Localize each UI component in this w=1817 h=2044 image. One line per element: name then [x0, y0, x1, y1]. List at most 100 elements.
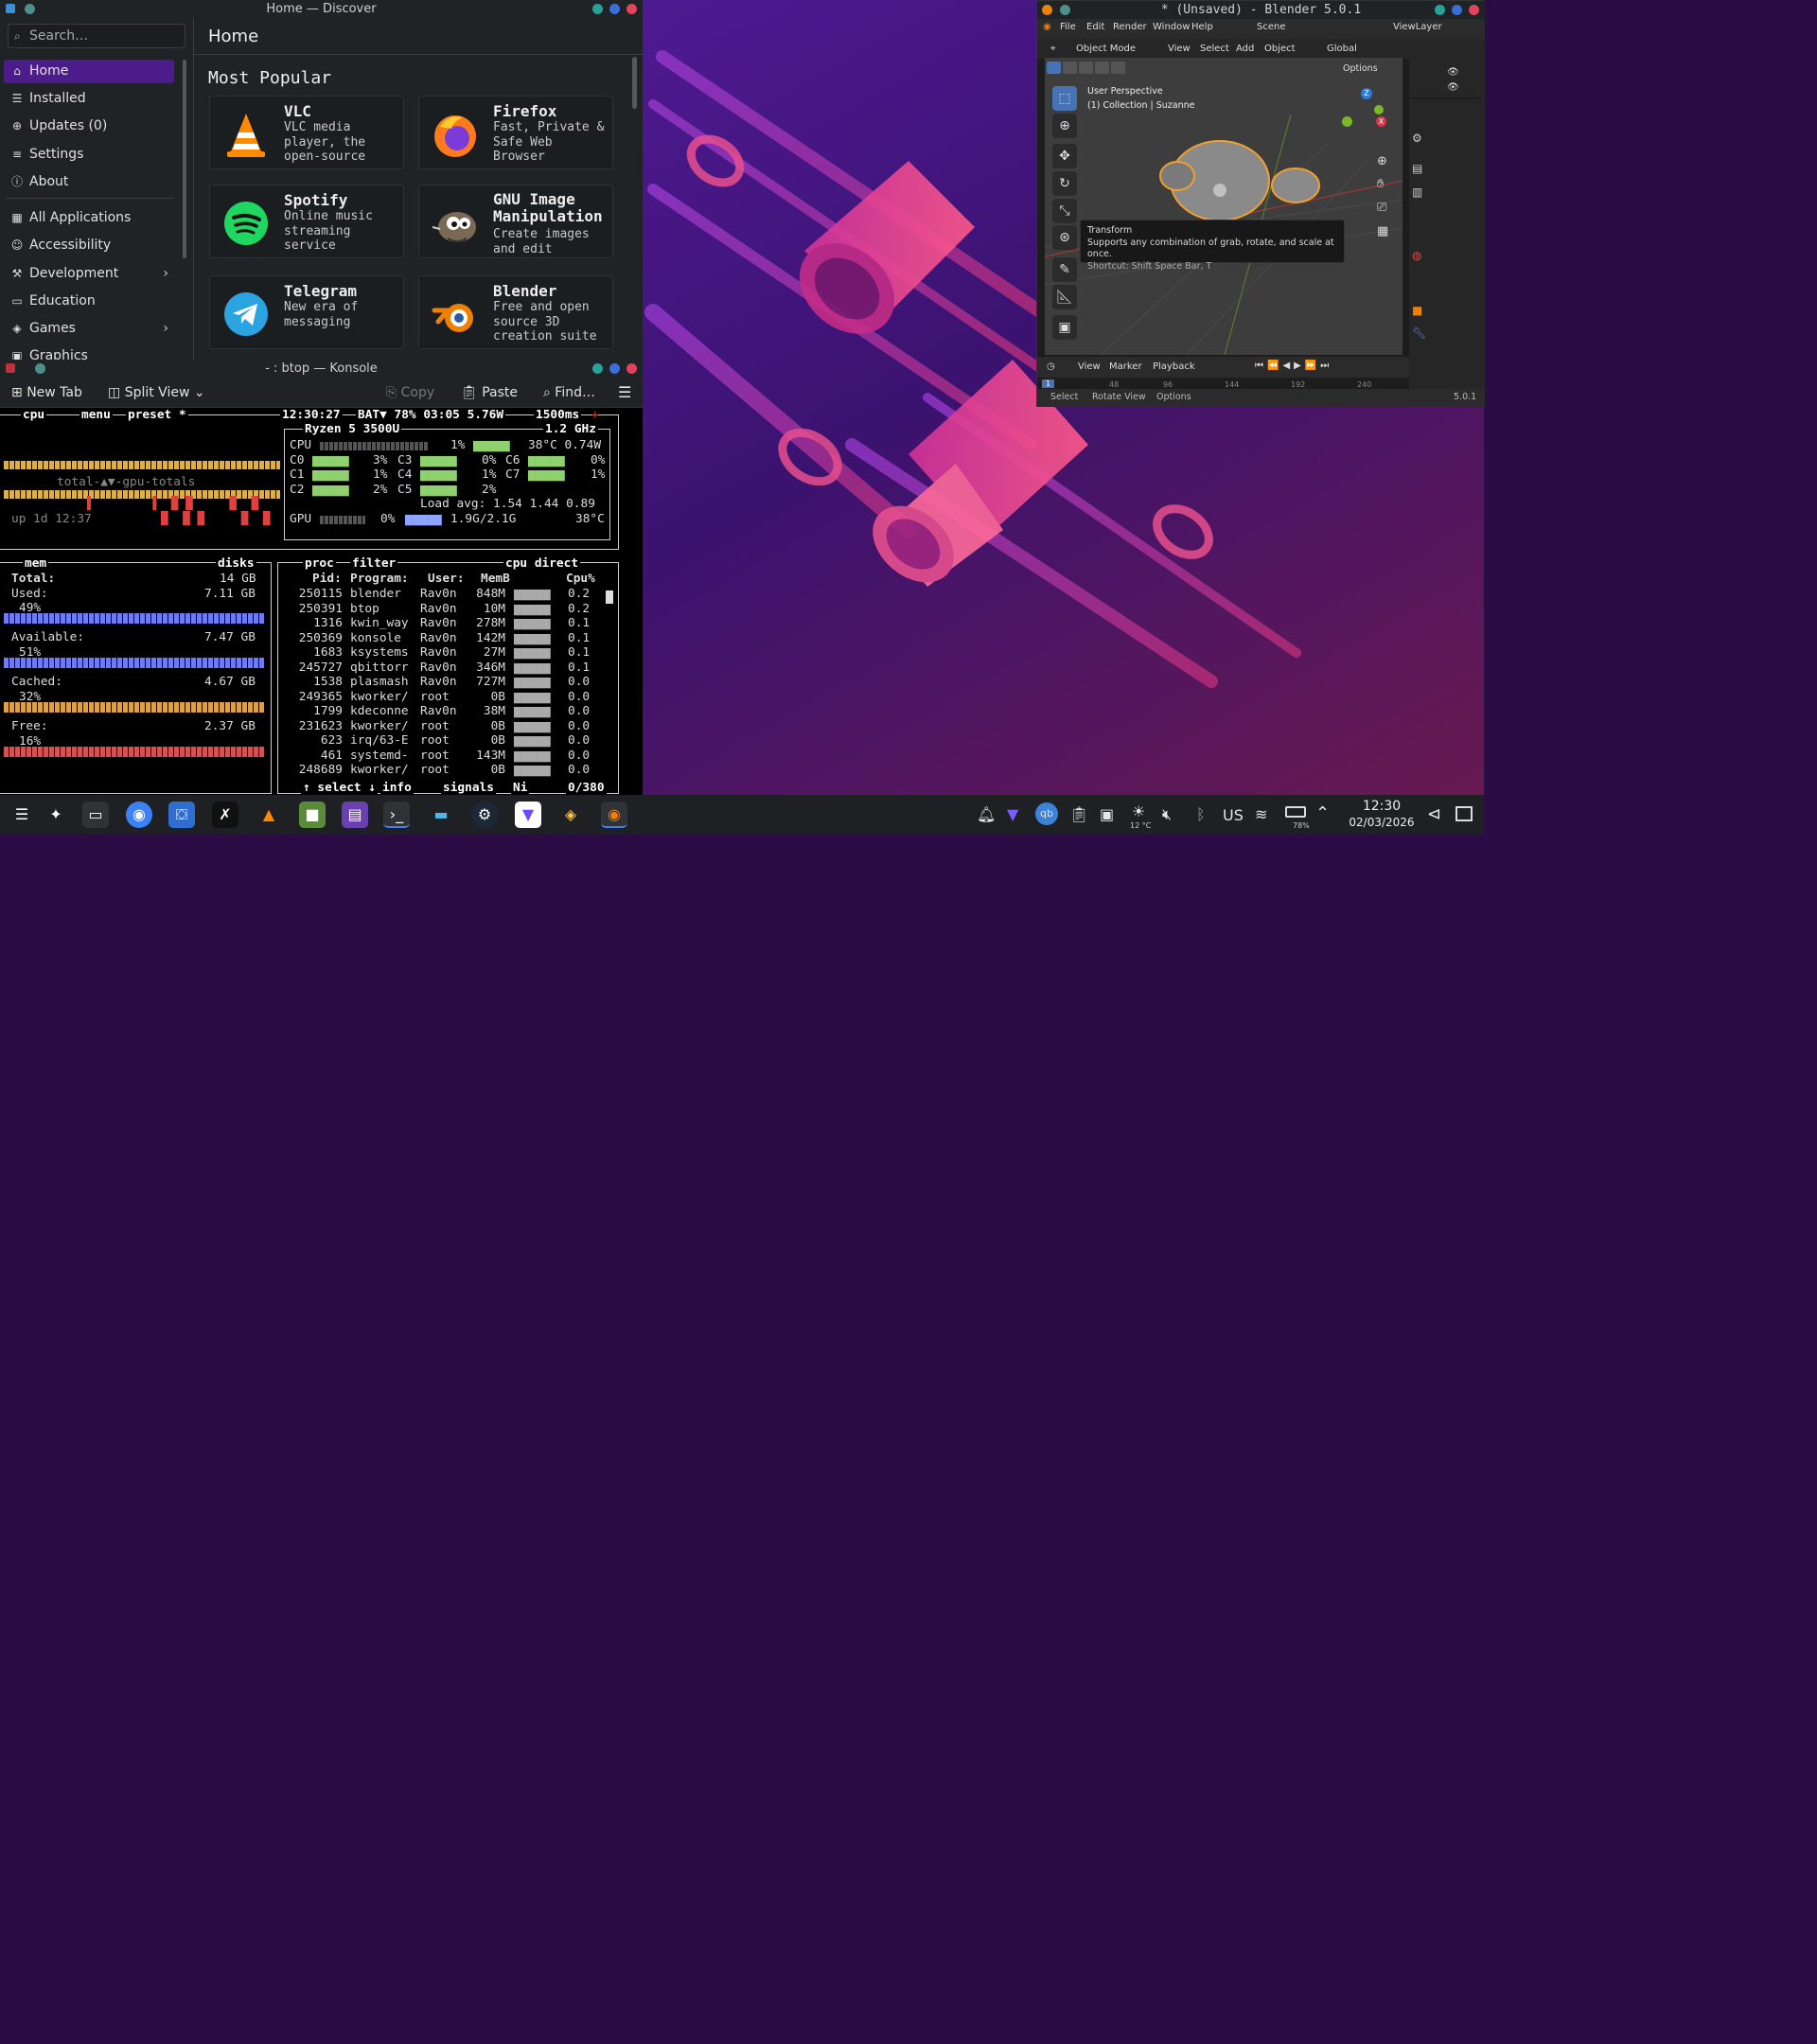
navigation-gizmo[interactable]: Z X [1342, 86, 1386, 133]
blender-titlebar[interactable]: * (Unsaved) - Blender 5.0.1 [1037, 1, 1485, 19]
select-box-tool[interactable]: ⬚ [1052, 86, 1077, 111]
proc-cell[interactable]: 848M [473, 587, 505, 601]
proc-cell[interactable]: blender [350, 587, 401, 601]
app-card-vlc[interactable]: VLC VLC media player, the open-source [209, 96, 404, 169]
proc-cell[interactable]: root [420, 719, 450, 733]
back-icon[interactable]: ⊲ [1427, 804, 1441, 824]
app-card-spotify[interactable]: Spotify Online music streaming service [209, 185, 404, 258]
vpn-icon[interactable]: ▼ [1007, 805, 1018, 823]
measure-tool[interactable]: 📐︎ [1052, 285, 1077, 309]
proc-cell[interactable]: Rav0n [420, 616, 457, 630]
task-minecraft[interactable]: ■ [299, 802, 326, 828]
proc-cell[interactable]: 0.2 [568, 602, 590, 616]
select-intersect-mode-button[interactable] [1111, 62, 1125, 74]
proc-cell[interactable]: 0.2 [568, 587, 590, 601]
app-card-blender[interactable]: Blender Free and open source 3D creation… [418, 275, 613, 349]
task-blender[interactable]: ◉ [601, 802, 627, 828]
main-scrollbar[interactable] [632, 57, 637, 109]
task-steam[interactable]: ⚙ [471, 802, 498, 828]
sidebar-item-about[interactable]: ⓘ About [4, 170, 174, 194]
proc-cell[interactable]: 0.0 [568, 690, 590, 704]
proc-cell[interactable]: konsole [350, 631, 401, 645]
modifier-properties-icon[interactable]: 🔧︎ [1412, 326, 1426, 340]
minimize-button[interactable] [1435, 5, 1445, 15]
proc-cell[interactable]: kworker/ [350, 719, 409, 733]
header-menu-view[interactable]: View [1168, 44, 1191, 54]
proc-header-pid[interactable]: Pid: [312, 572, 342, 586]
proc-cell[interactable]: root [420, 749, 450, 763]
proc-cell[interactable]: btop [350, 602, 379, 616]
proc-cell[interactable]: 250369 [284, 631, 343, 645]
proc-cell[interactable]: kdeconne [350, 704, 409, 718]
proc-cell[interactable]: Rav0n [420, 587, 457, 601]
btop-terminal[interactable]: cpu menu preset * 12:30:27 BAT▼ 78% 03:0… [0, 408, 643, 796]
task-terminal[interactable]: ▭ [82, 802, 109, 828]
current-frame[interactable]: 1 [1042, 379, 1055, 388]
sidebar-item-home[interactable]: ⌂ Home [4, 60, 174, 83]
proc-cell[interactable]: plasmash [350, 675, 409, 689]
menu-label[interactable]: menu [79, 408, 113, 423]
proc-cell[interactable]: 1683 [284, 645, 343, 660]
proc-signals[interactable]: signals [441, 781, 496, 796]
task-files[interactable]: ▤ [342, 802, 368, 828]
sidebar-item-accessibility[interactable]: ☺ Accessibility [4, 234, 174, 257]
task-konsole[interactable]: ›_ [383, 802, 410, 828]
maximize-button[interactable] [1452, 5, 1462, 15]
proc-cell[interactable]: 0.1 [568, 645, 590, 660]
proc-cell[interactable]: 727M [473, 675, 505, 689]
pin-icon[interactable] [25, 4, 35, 14]
proc-cell[interactable]: root [420, 733, 450, 748]
blender-logo-icon[interactable]: ◉ [1043, 22, 1051, 32]
menu-help[interactable]: Help [1191, 22, 1213, 32]
sidebar-scrollbar[interactable] [183, 60, 186, 258]
select-box-mode-button[interactable] [1047, 62, 1061, 74]
proc-cell[interactable]: 248689 [284, 763, 343, 777]
proc-cell[interactable]: Rav0n [420, 645, 457, 660]
editor-type-icon[interactable]: ⌖ [1050, 44, 1056, 54]
menu-window[interactable]: Window [1153, 22, 1190, 32]
weather-icon[interactable]: ☀ [1132, 802, 1145, 820]
timeline-editor-icon[interactable]: ◷ [1047, 361, 1055, 372]
konsole-titlebar[interactable]: - : btop — Konsole [0, 360, 643, 378]
select-subtract-mode-button[interactable] [1079, 62, 1093, 74]
sidebar-item-games[interactable]: ◈ Games › [4, 317, 174, 341]
render-properties-icon[interactable]: ▤ [1412, 162, 1422, 175]
scene-selector[interactable]: Scene [1257, 22, 1286, 32]
proc-cell[interactable]: 0.1 [568, 616, 590, 630]
proc-cell[interactable]: 0.0 [568, 749, 590, 763]
proc-info[interactable]: info [380, 781, 414, 796]
world-properties-icon[interactable]: ◍ [1412, 249, 1421, 262]
minimize-button[interactable] [592, 363, 603, 374]
proc-cell[interactable]: 250391 [284, 602, 343, 616]
timeline-menu-marker[interactable]: Marker [1109, 361, 1142, 372]
maximize-button[interactable] [609, 4, 620, 14]
options-dropdown[interactable]: Options [1343, 63, 1378, 74]
playback-controls[interactable]: ⏮⏪◀▶⏩⏭ [1255, 361, 1332, 371]
view-layer-selector[interactable]: ViewLayer [1393, 22, 1442, 32]
object-properties-icon[interactable]: ■ [1412, 304, 1422, 317]
disk-icon[interactable]: ▣ [1100, 805, 1114, 823]
proc-header-mem[interactable]: MemB [481, 572, 510, 586]
scale-tool[interactable]: ⤡ [1052, 199, 1077, 223]
task-vlc[interactable]: ▲ [256, 802, 282, 828]
timeline-menu-playback[interactable]: Playback [1153, 361, 1195, 372]
task-discover[interactable]: ⛋ [168, 802, 195, 828]
3d-viewport[interactable]: Options User Perspective (1) Collection … [1045, 58, 1402, 355]
show-desktop-icon[interactable] [1455, 806, 1473, 821]
proc-header-program[interactable]: Program: [350, 572, 409, 586]
sidebar-item-graphics[interactable]: ▣ Graphics [4, 344, 174, 360]
split-view-button[interactable]: ◫ Split View ⌄ [108, 378, 205, 408]
proc-cell[interactable]: ksystems [350, 645, 409, 660]
add-cube-tool[interactable]: ▣ [1052, 315, 1077, 340]
sidebar-item-installed[interactable]: ☰ Installed [4, 87, 174, 111]
task-chromium[interactable]: ◉ [126, 802, 152, 828]
new-tab-button[interactable]: ⊞ New Tab [11, 378, 82, 408]
proc-cell[interactable]: 0.0 [568, 719, 590, 733]
proc-cell[interactable]: 0B [473, 763, 505, 777]
task-chat[interactable]: ▬ [428, 802, 454, 828]
proc-cell[interactable]: 0B [473, 733, 505, 748]
timeline-ruler[interactable] [1037, 378, 1409, 389]
proc-cell[interactable]: 250115 [284, 587, 343, 601]
proc-cell[interactable]: 27M [473, 645, 505, 660]
visibility-eye-icon[interactable]: 👁︎ [1447, 67, 1459, 78]
